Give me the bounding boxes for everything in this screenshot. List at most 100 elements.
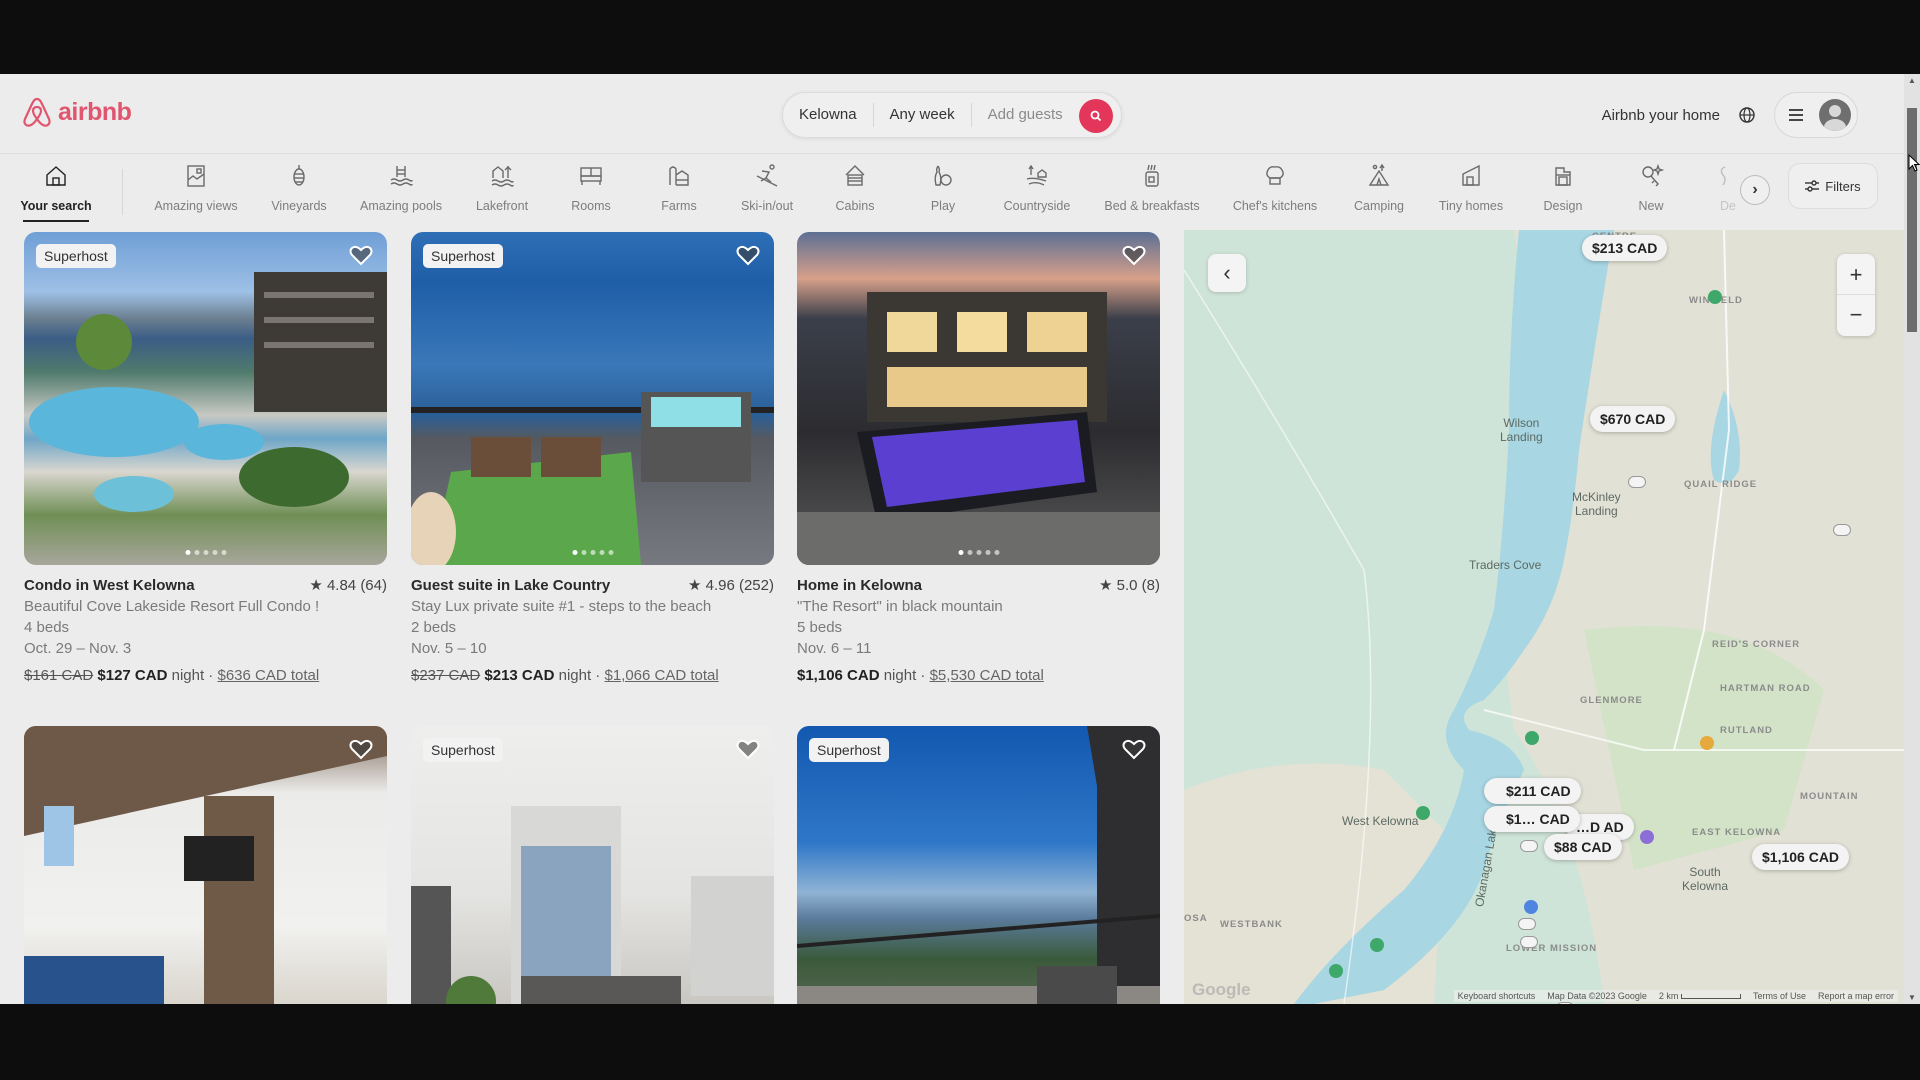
map-background — [1184, 230, 1904, 1004]
map-place-label: HARTMAN ROAD — [1720, 683, 1811, 694]
search-bar[interactable]: Kelowna Any week Add guests — [782, 92, 1122, 138]
scrollbar-thumb[interactable] — [1907, 108, 1917, 332]
price-pin[interactable]: $1… CAD — [1484, 806, 1580, 832]
listing-photo[interactable] — [797, 232, 1160, 565]
category-amazing-views[interactable]: Amazing views — [141, 163, 251, 213]
price-pin[interactable]: $213 CAD — [1582, 235, 1668, 261]
map-marker[interactable] — [1556, 1002, 1574, 1004]
shopping-poi-icon — [1640, 830, 1654, 844]
listing-rating: ★ 5.0 (8) — [1099, 577, 1160, 594]
listing-info: Home in Kelowna ★ 5.0 (8) "The Resort" in… — [797, 575, 1160, 686]
park-poi-icon — [1525, 731, 1539, 745]
listing-total-link[interactable]: $5,530 CAD total — [930, 667, 1044, 684]
airbnb-your-home-link[interactable]: Airbnb your home — [1602, 107, 1720, 124]
map-place-label: Wilson Landing — [1500, 416, 1543, 444]
search-button[interactable] — [1079, 99, 1113, 133]
chevron-right-icon: › — [1752, 181, 1758, 198]
photo-art — [797, 726, 1160, 1004]
keyboard-shortcuts-link[interactable]: Keyboard shortcuts — [1458, 991, 1536, 1001]
grapes-icon — [293, 165, 305, 186]
listing-info: Guest suite in Lake Country ★ 4.96 (252) … — [411, 575, 774, 686]
report-map-error-link[interactable]: Report a map error — [1818, 991, 1894, 1001]
map-place-label: GLENMORE — [1580, 695, 1643, 706]
google-logo: Google — [1192, 980, 1251, 999]
frame-view-icon — [187, 165, 205, 187]
globe-icon[interactable] — [1738, 106, 1756, 124]
listing-photo[interactable] — [24, 726, 387, 1004]
listing-photo[interactable]: Superhost — [411, 726, 774, 1004]
category-countryside[interactable]: Countryside — [982, 163, 1092, 213]
listing-photo[interactable]: Superhost — [411, 232, 774, 565]
map-marker[interactable] — [1520, 936, 1538, 948]
search-dates[interactable]: Any week — [874, 103, 972, 127]
category-amazing-pools[interactable]: Amazing pools — [346, 163, 456, 213]
category-vineyards[interactable]: Vineyards — [244, 163, 354, 213]
photo-dots — [572, 550, 613, 555]
listing-total-link[interactable]: $636 CAD total — [217, 667, 319, 684]
listing-photo[interactable]: Superhost — [24, 232, 387, 565]
map-place-label: RUTLAND — [1720, 725, 1773, 736]
park-poi-icon — [1329, 964, 1343, 978]
superhost-badge: Superhost — [423, 244, 503, 268]
map-marker[interactable] — [1628, 476, 1646, 488]
page-scrollbar[interactable]: ▲ ▼ — [1904, 74, 1920, 1004]
search-location[interactable]: Kelowna — [783, 103, 874, 127]
photo-dots — [185, 550, 226, 555]
heart-icon[interactable] — [349, 244, 373, 266]
airbnb-logo[interactable]: airbnb — [22, 96, 132, 128]
map-panel[interactable]: CENTRE WINFIELD Wilson Landing QUAIL RID… — [1184, 230, 1904, 1004]
map-marker[interactable] — [1833, 524, 1851, 536]
category-bed-and-breakfasts[interactable]: Bed & breakfasts — [1097, 163, 1207, 213]
listing-beds: 4 beds — [24, 619, 70, 636]
map-place-label: WESTBANK — [1220, 919, 1283, 930]
map-place-label: MOUNTAIN — [1800, 791, 1859, 802]
listing-photo[interactable]: Superhost — [797, 726, 1160, 1004]
heart-icon[interactable] — [349, 738, 373, 760]
park-poi-icon — [1708, 290, 1722, 304]
price-pin[interactable]: $670 CAD — [1590, 406, 1676, 432]
zoom-in-button[interactable]: + — [1837, 255, 1875, 295]
price-pin[interactable]: $88 CAD — [1544, 834, 1622, 860]
tiny-home-icon — [1462, 164, 1480, 186]
map-marker[interactable] — [1520, 840, 1538, 852]
key-sparkle-icon — [1642, 163, 1664, 187]
photo-art — [411, 392, 774, 565]
lakefront-icon — [491, 166, 514, 187]
category-chefs-kitchens[interactable]: Chef's kitchens — [1220, 163, 1330, 213]
search-guests[interactable]: Add guests — [972, 103, 1079, 127]
map-place-label: REID'S CORNER — [1712, 639, 1801, 650]
zoom-out-button[interactable]: − — [1837, 295, 1875, 335]
scroll-up-arrow-icon[interactable]: ▲ — [1908, 76, 1916, 85]
category-divider — [122, 169, 123, 215]
listing-title: Home in Kelowna — [797, 577, 923, 594]
terms-link[interactable]: Terms of Use — [1753, 991, 1806, 1001]
heart-icon[interactable] — [736, 738, 760, 760]
hamburger-menu-icon — [1789, 109, 1803, 121]
map-marker[interactable] — [1518, 918, 1536, 930]
map-place-label: McKinley Landing — [1572, 490, 1621, 518]
heart-icon[interactable] — [736, 244, 760, 266]
collapse-map-button[interactable]: ‹ — [1208, 254, 1246, 292]
category-scroll-right-button[interactable]: › — [1740, 175, 1770, 205]
airbnb-logo-icon — [23, 97, 51, 127]
search-icon — [1090, 110, 1102, 122]
top-header: airbnb Kelowna Any week Add guests Airbn… — [0, 74, 1904, 154]
map-place-label: OSA — [1184, 913, 1208, 924]
barn-icon — [669, 166, 689, 186]
listing-subtitle: "The Resort" in black mountain — [797, 598, 1003, 615]
pool-icon — [390, 166, 413, 186]
heart-icon[interactable] — [1122, 244, 1146, 266]
listing-total-link[interactable]: $1,066 CAD total — [604, 667, 718, 684]
filters-label: Filters — [1825, 178, 1861, 194]
cabin-icon — [845, 165, 865, 186]
price-pin[interactable]: $1,106 CAD — [1752, 844, 1850, 870]
listing-subtitle: Beautiful Cove Lakeside Resort Full Cond… — [24, 598, 320, 615]
heart-icon[interactable] — [1122, 738, 1146, 760]
filters-button[interactable]: Filters — [1788, 163, 1878, 209]
category-your-search[interactable]: Your search — [1, 163, 111, 222]
user-menu-button[interactable] — [1774, 92, 1858, 138]
scroll-down-arrow-icon[interactable]: ▼ — [1908, 993, 1916, 1002]
superhost-badge: Superhost — [809, 738, 889, 762]
price-pin[interactable]: $211 CAD — [1484, 778, 1581, 804]
logo-text: airbnb — [58, 97, 132, 126]
